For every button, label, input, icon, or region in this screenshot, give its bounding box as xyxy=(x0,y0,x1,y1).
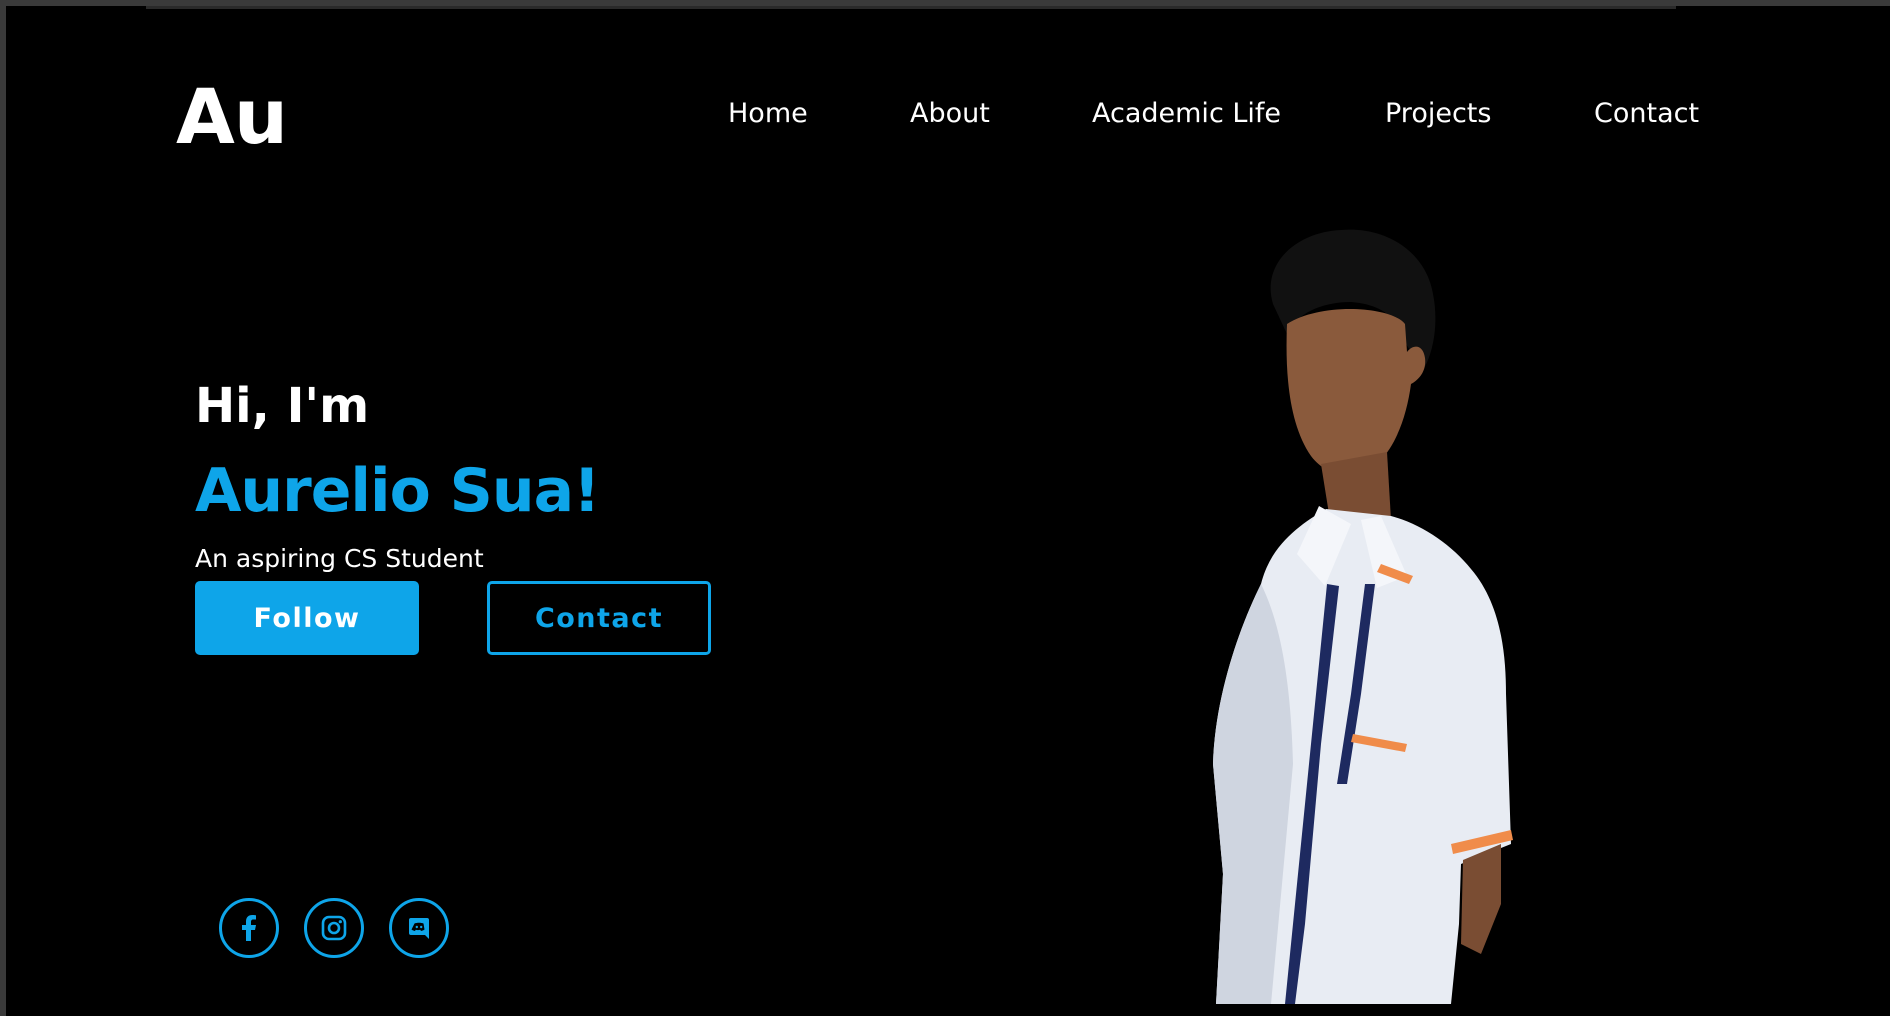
follow-button[interactable]: Follow xyxy=(195,581,419,655)
nav-home-link[interactable]: Home xyxy=(728,98,808,129)
nav-about-link[interactable]: About xyxy=(910,98,990,129)
discord-link[interactable] xyxy=(389,898,449,958)
hero-greeting: Hi, I'm xyxy=(195,378,370,434)
instagram-icon xyxy=(321,915,347,941)
nav-projects-link[interactable]: Projects xyxy=(1385,98,1491,129)
nav-contact-link[interactable]: Contact xyxy=(1594,98,1699,129)
hero-tagline: An aspiring CS Student xyxy=(195,544,484,573)
facebook-link[interactable] xyxy=(219,898,279,958)
profile-photo xyxy=(1213,229,1513,1004)
instagram-link[interactable] xyxy=(304,898,364,958)
contact-button[interactable]: Contact xyxy=(487,581,711,655)
facebook-icon xyxy=(242,915,256,941)
nav-academic-life-link[interactable]: Academic Life xyxy=(1092,98,1281,129)
discord-icon xyxy=(409,918,429,939)
top-divider xyxy=(146,6,1676,9)
page-window: Au Home About Academic Life Projects Con… xyxy=(6,6,1890,1016)
hero-name: Aurelio Sua! xyxy=(195,456,600,526)
main-nav: Home About Academic Life Projects Contac… xyxy=(6,98,1890,138)
